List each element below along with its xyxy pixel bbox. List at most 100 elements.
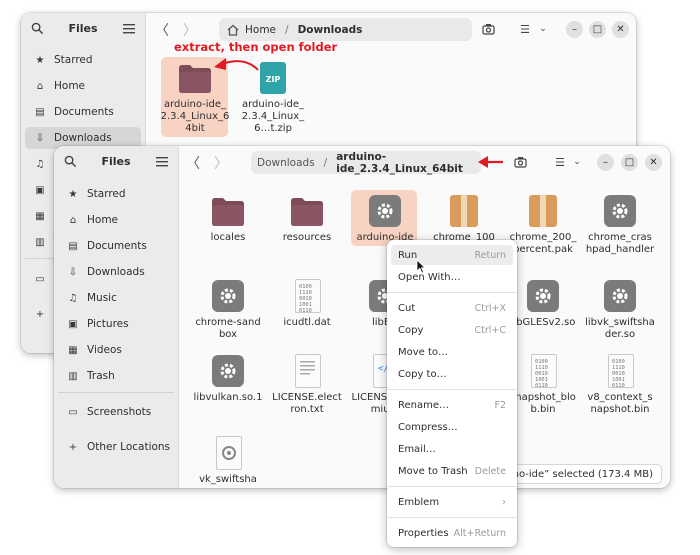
sidebar-item-downloads[interactable]: ⇩ Downloads — [58, 261, 174, 283]
menu-item-copy-to[interactable]: Copy to… — [391, 364, 513, 384]
menu-item-shortcut: Delete — [474, 465, 506, 477]
file-name: libvk_swiftshader.so — [585, 317, 655, 340]
sidebar-item-label: Home — [87, 214, 119, 226]
menu-item-copy[interactable]: Copy Ctrl+C — [391, 320, 513, 340]
pictures-icon: ▣ — [68, 318, 78, 330]
annotation-arrow-icon — [478, 156, 503, 168]
menu-item-label: Copy — [398, 324, 424, 336]
file-item-chrome-sandbox[interactable]: chrome-sandbox — [193, 279, 263, 341]
file-item-libglesv2[interactable]: libGLESv2.so — [508, 279, 578, 329]
file-item-arduino-ide[interactable]: arduino-ide — [350, 194, 420, 244]
forward-button[interactable]: 〉 — [211, 154, 231, 174]
videos-icon: ▦ — [68, 344, 78, 356]
binary-glyph: 0100 1110 0010 1001 0110 — [299, 284, 312, 314]
menu-item-move-to[interactable]: Move to… — [391, 342, 513, 362]
hamburger-menu-icon[interactable] — [156, 156, 168, 167]
executable-gear-icon — [211, 354, 245, 388]
menu-item-label: Compress… — [398, 421, 458, 433]
file-item-vk-swiftshader-icd[interactable]: vk_swiftsha — [193, 436, 263, 486]
file-name: libGLESv2.so — [510, 317, 576, 328]
maximize-button[interactable]: □ — [621, 154, 638, 171]
chevron-down-icon[interactable]: ⌄ — [570, 155, 584, 169]
camera-icon[interactable] — [513, 155, 527, 169]
list-view-icon[interactable]: ☰ — [553, 155, 567, 169]
binary-glyph: 0100 1110 0010 1001 0110 — [535, 359, 548, 389]
music-icon: ♫ — [68, 292, 78, 304]
menu-separator — [387, 389, 517, 390]
menu-item-open-with[interactable]: Open With… — [391, 267, 513, 287]
mouse-pointer-icon — [416, 259, 426, 274]
menu-item-emblem[interactable]: Emblem › — [391, 492, 513, 512]
file-item-v8-context-snapshot[interactable]: 0100 1110 0010 1001 0110 v8_context_snap… — [585, 354, 655, 416]
close-button[interactable]: ✕ — [645, 154, 662, 171]
menu-item-shortcut: Ctrl+C — [474, 324, 507, 336]
sidebar-item-label: Trash — [87, 370, 115, 382]
file-item-chrome-crashpad[interactable]: chrome_crashpad_handler — [585, 194, 655, 256]
menu-item-label: Move to… — [398, 346, 449, 358]
menu-item-email[interactable]: Email… — [391, 439, 513, 459]
path-segment-parent[interactable]: Downloads — [251, 157, 321, 169]
menu-item-cut[interactable]: Cut Ctrl+X — [391, 298, 513, 318]
sidebar-item-starred[interactable]: ★ Starred — [58, 183, 174, 205]
file-name: snapshot_blob.bin — [510, 392, 576, 415]
menu-item-label: Rename… — [398, 399, 450, 411]
front-sidebar: Files ★ Starred ⌂ Home ▤ Documents ⇩ Downloa… — [54, 146, 179, 488]
sidebar-item-trash[interactable]: ▥ Trash — [58, 365, 174, 387]
star-icon: ★ — [68, 188, 78, 200]
sidebar-item-label: Documents — [87, 240, 147, 252]
file-item-icudtl[interactable]: 0100 1110 0010 1001 0110 icudtl.dat — [272, 279, 342, 329]
file-item-resources[interactable]: resources — [272, 194, 342, 244]
sidebar-item-label: Screenshots — [87, 406, 152, 418]
sidebar-item-videos[interactable]: ▦ Videos — [58, 339, 174, 361]
file-item-chrome-100[interactable]: chrome_100 — [429, 194, 499, 244]
folder-icon — [290, 194, 324, 228]
menu-item-rename[interactable]: Rename… F2 — [391, 395, 513, 415]
menu-separator — [387, 292, 517, 293]
package-icon — [447, 194, 481, 228]
executable-gear-icon — [368, 194, 402, 228]
file-item-chrome-200[interactable]: chrome_200_percent.pak — [508, 194, 578, 256]
executable-gear-icon — [526, 279, 560, 313]
sidebar-item-pictures[interactable]: ▣ Pictures — [58, 313, 174, 335]
minimize-button[interactable]: – — [597, 154, 614, 171]
menu-item-compress[interactable]: Compress… — [391, 417, 513, 437]
menu-item-label: Cut — [398, 302, 416, 314]
file-name: chrome_200_percent.pak — [509, 232, 577, 255]
context-menu: Run Return Open With… Cut Ctrl+X Copy Ctrl+… — [387, 240, 517, 547]
menu-separator — [387, 486, 517, 487]
menu-item-shortcut: Alt+Return — [453, 527, 506, 539]
sidebar-item-screenshots[interactable]: ▭ Screenshots — [58, 401, 174, 423]
menu-item-label: Copy to… — [398, 368, 447, 380]
plus-icon: + — [68, 441, 78, 453]
menu-item-shortcut: Ctrl+X — [474, 302, 506, 314]
sidebar-item-documents[interactable]: ▤ Documents — [58, 235, 174, 257]
chevron-right-icon: › — [502, 496, 506, 508]
sidebar-item-other-locations[interactable]: + Other Locations — [58, 436, 174, 458]
menu-item-properties[interactable]: Properties Alt+Return — [391, 523, 513, 543]
menu-item-label: Properties — [398, 527, 449, 539]
home-icon: ⌂ — [69, 214, 77, 226]
folder-icon — [211, 194, 245, 228]
file-name: chrome-sandbox — [195, 317, 261, 340]
menu-item-move-to-trash[interactable]: Move to Trash Delete — [391, 461, 513, 481]
binary-file-icon: 0100 1110 0010 1001 0110 — [290, 279, 324, 314]
menu-separator — [387, 517, 517, 518]
sidebar-item-music[interactable]: ♫ Music — [58, 287, 174, 309]
menu-item-label: Open With… — [398, 271, 461, 283]
file-name: locales — [210, 232, 246, 243]
file-item-libvk-swiftshader[interactable]: libvk_swiftshader.so — [585, 279, 655, 341]
file-item-license-electron[interactable]: LICENSE.electron.txt — [272, 354, 342, 416]
file-name: resources — [282, 232, 332, 243]
file-name: v8_context_snapshot.bin — [587, 392, 653, 415]
file-item-libvulkan[interactable]: libvulkan.so.1 — [193, 354, 263, 404]
menu-item-shortcut: F2 — [494, 399, 506, 411]
sidebar-item-home[interactable]: ⌂ Home — [58, 209, 174, 231]
menu-item-run[interactable]: Run Return — [391, 245, 513, 265]
menu-item-label: Run — [398, 249, 418, 261]
file-item-snapshot-blob[interactable]: 0100 1110 0010 1001 0110 snapshot_blob.b… — [508, 354, 578, 416]
file-item-locales[interactable]: locales — [193, 194, 263, 244]
path-bar[interactable]: Downloads / arduino-ide_2.3.4_Linux_64bi… — [251, 151, 481, 175]
back-button[interactable]: 〈 — [183, 154, 203, 174]
documents-icon: ▤ — [68, 240, 78, 252]
path-segment-current[interactable]: arduino-ide_2.3.4_Linux_64bit — [330, 151, 481, 175]
